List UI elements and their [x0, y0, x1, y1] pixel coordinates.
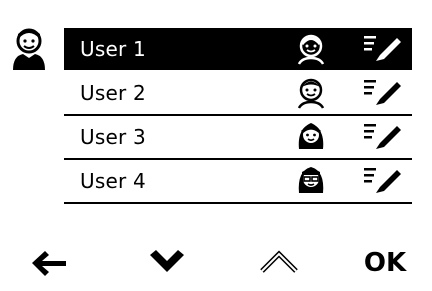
user-profile-icon [13, 28, 45, 70]
user-row-3[interactable]: User 3 [64, 116, 412, 160]
edit-icon[interactable] [364, 78, 404, 108]
boy-avatar-icon [297, 78, 325, 109]
screen: User 1 User 2 User 3 User 4 OK [0, 0, 432, 291]
chevron-down-icon [150, 250, 184, 272]
child-avatar-icon [297, 34, 325, 65]
chevron-up-icon [260, 250, 298, 273]
user-label: User 3 [80, 125, 146, 149]
scroll-down-button[interactable] [140, 238, 194, 288]
user-list: User 1 User 2 User 3 User 4 [64, 28, 412, 204]
bottom-controls: OK [0, 238, 432, 288]
user-row-4[interactable]: User 4 [64, 160, 412, 204]
user-row-1[interactable]: User 1 [64, 28, 412, 72]
edit-icon[interactable] [364, 34, 404, 64]
girl-avatar-icon [298, 123, 324, 149]
user-row-2[interactable]: User 2 [64, 72, 412, 116]
user-label: User 1 [80, 37, 146, 61]
user-label: User 2 [80, 81, 146, 105]
back-button[interactable] [22, 238, 76, 288]
user-label: User 4 [80, 169, 146, 193]
arrow-left-icon [32, 251, 66, 276]
edit-icon[interactable] [364, 166, 404, 196]
glasses-girl-avatar-icon [298, 167, 324, 193]
scroll-up-button[interactable] [252, 238, 306, 288]
edit-icon[interactable] [364, 122, 404, 152]
ok-button[interactable]: OK [355, 238, 415, 288]
